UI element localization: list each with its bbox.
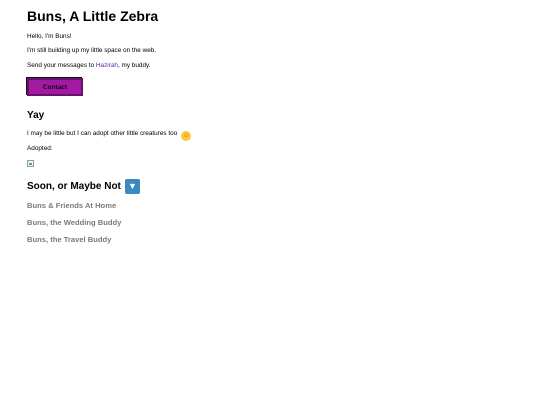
messages-prefix: Send your messages to [27,62,96,69]
messages-suffix: , my buddy. [117,62,151,69]
down-arrow-icon: ▼ [124,179,140,194]
adopted-label: Adopted: [27,145,53,152]
adopt-text-line: I may be little but I can adopt other li… [27,130,192,141]
page-title: Buns, A Little Zebra [27,8,159,24]
soon-item-travel-buddy: Buns, the Travel Buddy [27,235,112,244]
hazirah-link[interactable]: Hazirah [96,62,118,69]
intro-greeting: Hello, I'm Buns! [27,33,72,40]
broken-image-icon [27,160,34,167]
soon-heading: Soon, or Maybe Not ▼ [27,179,140,194]
intro-building: I'm still building up my little space on… [27,47,157,54]
yay-heading: Yay [27,110,45,121]
smiling-face-emoji-icon: ☺ [181,131,192,141]
contact-button[interactable]: Contact [27,78,83,96]
intro-messages: Send your messages to Hazirah, my buddy. [27,62,151,70]
soon-item-wedding-buddy: Buns, the Wedding Buddy [27,218,122,227]
soon-heading-text: Soon, or Maybe Not [27,180,121,192]
adopt-text: I may be little but I can adopt other li… [27,130,178,137]
soon-item-at-home: Buns & Friends At Home [27,201,117,210]
